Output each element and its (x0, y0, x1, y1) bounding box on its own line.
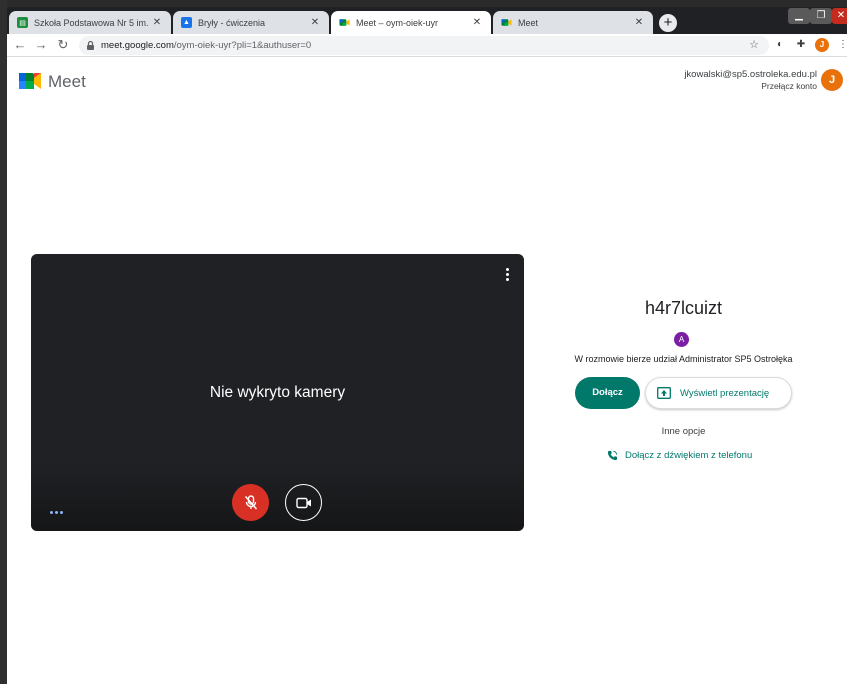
close-window-button[interactable]: ✕ (832, 8, 847, 24)
profile-avatar-small[interactable]: J (815, 38, 829, 52)
close-icon[interactable]: ✕ (151, 17, 163, 28)
close-icon[interactable]: ✕ (309, 17, 321, 28)
lock-icon (87, 41, 94, 50)
tab-school[interactable]: ▤ Szkoła Podstawowa Nr 5 im. Zofii ✕ (9, 11, 171, 34)
forward-arrow-icon[interactable]: → (33, 37, 49, 53)
tab-title: Szkoła Podstawowa Nr 5 im. Zofii (34, 17, 151, 28)
participants-text: W rozmowie bierze udział Administrator S… (574, 354, 793, 364)
puzzle-icon[interactable]: ✚ (794, 38, 808, 52)
present-screen-icon (657, 387, 671, 399)
tab-bryly[interactable]: ▲ Bryły - ćwiczenia ✕ (173, 11, 329, 34)
tab-title: Meet (518, 17, 539, 28)
tab-title: Meet – oym-oiek-uyr (356, 17, 439, 28)
classroom-icon: ▤ (17, 17, 28, 28)
classroom-icon: ▲ (181, 17, 192, 28)
meet-icon (501, 19, 512, 26)
phone-icon (607, 450, 618, 461)
more-options-icon[interactable] (506, 268, 510, 282)
present-label: Wyświetl prezentację (680, 387, 770, 399)
url-host: meet.google.com (101, 40, 174, 51)
no-camera-message: Nie wykryto kamery (209, 384, 346, 401)
bookmark-star-icon[interactable]: ☆ (749, 36, 759, 55)
minimize-button[interactable]: ▁ (788, 8, 810, 24)
back-arrow-icon[interactable]: ← (12, 37, 28, 53)
phone-join-link[interactable]: Dołącz z dźwiękiem z telefonu (607, 450, 752, 461)
video-preview: Nie wykryto kamery (31, 254, 524, 531)
mic-off-icon (244, 494, 257, 509)
browser-window: ▤ Szkoła Podstawowa Nr 5 im. Zofii ✕ ▲ B… (0, 0, 847, 684)
preview-gradient (31, 461, 524, 531)
address-bar[interactable]: meet.google.com/oym-oiek-uyr?pli=1&authu… (79, 36, 769, 55)
window-border (0, 0, 7, 684)
tab-strip: ▤ Szkoła Podstawowa Nr 5 im. Zofii ✕ ▲ B… (7, 7, 847, 34)
avatar[interactable]: J (821, 69, 843, 91)
present-button[interactable]: Wyświetl prezentację (645, 377, 792, 409)
camera-toggle-button[interactable] (285, 484, 322, 521)
meet-page: Meet jkowalski@sp5.ostroleka.edu.pl Prze… (7, 57, 847, 684)
browser-toolbar: ← → ↻ meet.google.com/oym-oiek-uyr?pli=1… (7, 34, 847, 57)
reload-icon[interactable]: ↻ (55, 37, 71, 53)
tab-title: Bryły - ćwiczenia (198, 17, 266, 28)
tab-meet[interactable]: Meet ✕ (493, 11, 653, 34)
video-camera-icon (295, 497, 311, 508)
maximize-button[interactable]: ❐ (810, 8, 832, 24)
tab-meet-active[interactable]: Meet – oym-oiek-uyr ✕ (331, 11, 491, 34)
extension-icon[interactable]: ◐ (773, 38, 787, 52)
account-email: jkowalski@sp5.ostroleka.edu.pl (684, 69, 817, 80)
mic-toggle-button[interactable] (232, 484, 269, 521)
close-icon[interactable]: ✕ (633, 17, 645, 28)
participant-avatar: A (674, 332, 689, 347)
switch-account-link[interactable]: Przełącz konto (761, 81, 817, 91)
close-icon[interactable]: ✕ (471, 17, 483, 28)
meeting-code: h4r7lcuizt (644, 298, 723, 318)
other-options-label: Inne opcje (661, 426, 706, 437)
meet-icon (339, 19, 350, 26)
new-tab-button[interactable]: + (659, 14, 677, 32)
url-path: /oym-oiek-uyr?pli=1&authuser=0 (173, 40, 312, 51)
meet-logo-icon (19, 73, 41, 89)
loading-dots-icon (50, 511, 63, 514)
brand-name: Meet (48, 72, 86, 91)
phone-join-label: Dołącz z dźwiękiem z telefonu (625, 450, 753, 461)
menu-kebab-icon[interactable]: ⋮ (836, 38, 847, 52)
join-button[interactable]: Dołącz (575, 377, 640, 409)
